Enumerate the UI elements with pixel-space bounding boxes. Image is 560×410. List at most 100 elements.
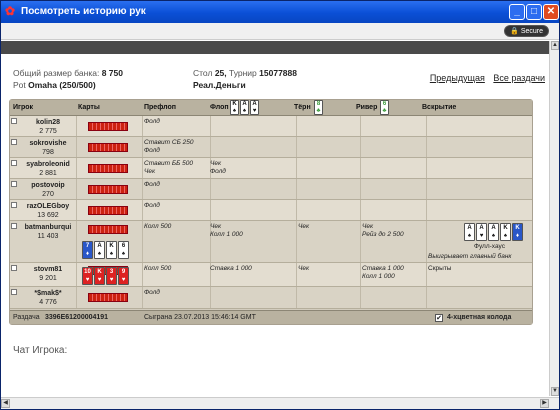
cell-divider	[360, 287, 361, 308]
cell-divider	[296, 221, 297, 262]
hole-card: A ♠	[94, 241, 105, 259]
action-flop: Ставка 1 000	[210, 265, 252, 272]
cell-divider	[360, 137, 361, 157]
cell-divider	[142, 221, 143, 262]
cell-divider	[210, 179, 211, 199]
cell-divider	[426, 116, 427, 136]
action-flop: Чек Фолд	[210, 160, 226, 175]
player-row: sokrovishe 798 Ставит СБ 250 Фолд	[10, 137, 532, 158]
player-stack: 2 775	[39, 128, 57, 135]
player-name: stovm81 9 201	[22, 265, 74, 283]
header-turn: Тёрн	[294, 104, 311, 111]
horizontal-scrollbar[interactable]: ◀ ▶	[1, 397, 559, 409]
action-turn: Чек	[298, 223, 310, 230]
action-river: Чек Рейз до 2 500	[362, 223, 404, 238]
scroll-up-arrow[interactable]: ▲	[551, 41, 559, 50]
cell-divider	[360, 179, 361, 199]
hand-id: 3396E61200004191	[45, 314, 109, 321]
player-name: postovoip 270	[22, 181, 74, 199]
row-expand-box[interactable]	[11, 139, 17, 145]
cell-divider	[210, 200, 211, 220]
cell-divider	[76, 116, 77, 136]
close-button[interactable]: ✕	[543, 4, 559, 20]
cell-divider	[76, 200, 77, 220]
cell-divider	[426, 179, 427, 199]
row-expand-box[interactable]	[11, 223, 17, 229]
player-name: batmanburqui 11 403	[22, 223, 74, 241]
cell-divider	[296, 263, 297, 286]
player-row: *$mak$* 4 776 Фолд	[10, 287, 532, 309]
history-window: ✿ Посмотреть историю рук _ □ ✕ 🔒 Secure …	[0, 0, 560, 410]
scroll-left-arrow[interactable]: ◀	[1, 399, 10, 408]
hole-card: 6 ♠	[118, 241, 129, 259]
action-preflop: Ставит ББ 500 Чек	[144, 160, 193, 175]
cell-divider	[142, 116, 143, 136]
row-expand-box[interactable]	[11, 181, 17, 187]
hole-card: K ♥	[94, 267, 105, 285]
player-stack: 4 776	[39, 299, 57, 306]
board-card: 6 ♣	[380, 100, 389, 115]
player-name: syabroleonid 2 881	[22, 160, 74, 178]
player-row: razOLEGboy 13 692 Фолд	[10, 200, 532, 221]
cell-divider	[426, 287, 427, 308]
cell-divider	[210, 287, 211, 308]
cell-divider	[360, 116, 361, 136]
row-expand-box[interactable]	[11, 289, 17, 295]
cell-divider	[426, 221, 427, 262]
cell-divider	[296, 137, 297, 157]
player-stack: 798	[42, 149, 54, 156]
player-nick: batmanburqui	[24, 224, 72, 231]
minimize-button[interactable]: _	[509, 4, 525, 20]
scroll-down-arrow[interactable]: ▼	[551, 387, 559, 396]
action-preflop: Фолд	[144, 289, 160, 296]
player-nick: stovm81	[33, 266, 63, 273]
cell-divider	[142, 137, 143, 157]
player-row: kolin28 2 775 Фолд	[10, 116, 532, 137]
pot-value: Omaha (250/500)	[28, 80, 96, 90]
cell-divider	[360, 221, 361, 262]
cell-divider	[76, 221, 77, 262]
board-card: K ♠	[230, 100, 239, 115]
title-bar: ✿ Посмотреть историю рук _ □ ✕	[1, 1, 559, 23]
cell-divider	[426, 263, 427, 286]
four-color-checkbox[interactable]: ✔	[435, 314, 443, 322]
player-name: kolin28 2 775	[22, 118, 74, 136]
card-backs	[88, 225, 128, 234]
hole-card: 10 ♥	[82, 267, 93, 285]
showdown-card: A ♠	[464, 223, 475, 241]
played-date: Сыграна 23.07.2013 15:46:14 GMT	[144, 314, 256, 321]
player-row: batmanburqui 11 403 7 ♦ A ♠ K ♠ 6 ♠ Колл 500 Че…	[10, 221, 532, 263]
player-nick: razOLEGboy	[26, 203, 70, 210]
card-backs	[88, 185, 128, 194]
row-expand-box[interactable]	[11, 160, 17, 166]
scroll-right-arrow[interactable]: ▶	[540, 399, 549, 408]
header-preflop: Префлоп	[144, 104, 177, 111]
cell-divider	[142, 200, 143, 220]
board-card: A ♥	[250, 100, 259, 115]
showdown-card: A ♥	[476, 223, 487, 241]
row-expand-box[interactable]	[11, 202, 17, 208]
player-stack: 270	[42, 191, 54, 198]
row-expand-box[interactable]	[11, 118, 17, 124]
cell-divider	[426, 200, 427, 220]
action-preflop: Фолд	[144, 118, 160, 125]
player-stack: 2 881	[39, 170, 57, 177]
card-backs	[88, 122, 128, 131]
hole-card: 9 ♥	[118, 267, 129, 285]
action-preflop: Колл 500	[144, 223, 172, 230]
window-title: Посмотреть историю рук	[21, 6, 146, 17]
table-footer: Раздача 3396E61200004191 Сыграна 23.07.2…	[10, 310, 532, 324]
board-card: A ♠	[240, 100, 249, 115]
row-expand-box[interactable]	[11, 265, 17, 271]
maximize-button[interactable]: □	[526, 4, 542, 20]
previous-link[interactable]: Предыдущая	[430, 73, 485, 83]
showdown-card: K ♦	[512, 223, 523, 241]
header-band	[1, 41, 549, 54]
all-hands-link[interactable]: Все раздачи	[493, 73, 545, 83]
lock-icon: 🔒	[510, 28, 519, 35]
player-row: postovoip 270 Фолд	[10, 179, 532, 200]
vertical-scrollbar[interactable]: ▲ ▼	[549, 41, 559, 396]
cell-divider	[296, 200, 297, 220]
card-backs	[88, 293, 128, 302]
card-backs	[88, 143, 128, 152]
